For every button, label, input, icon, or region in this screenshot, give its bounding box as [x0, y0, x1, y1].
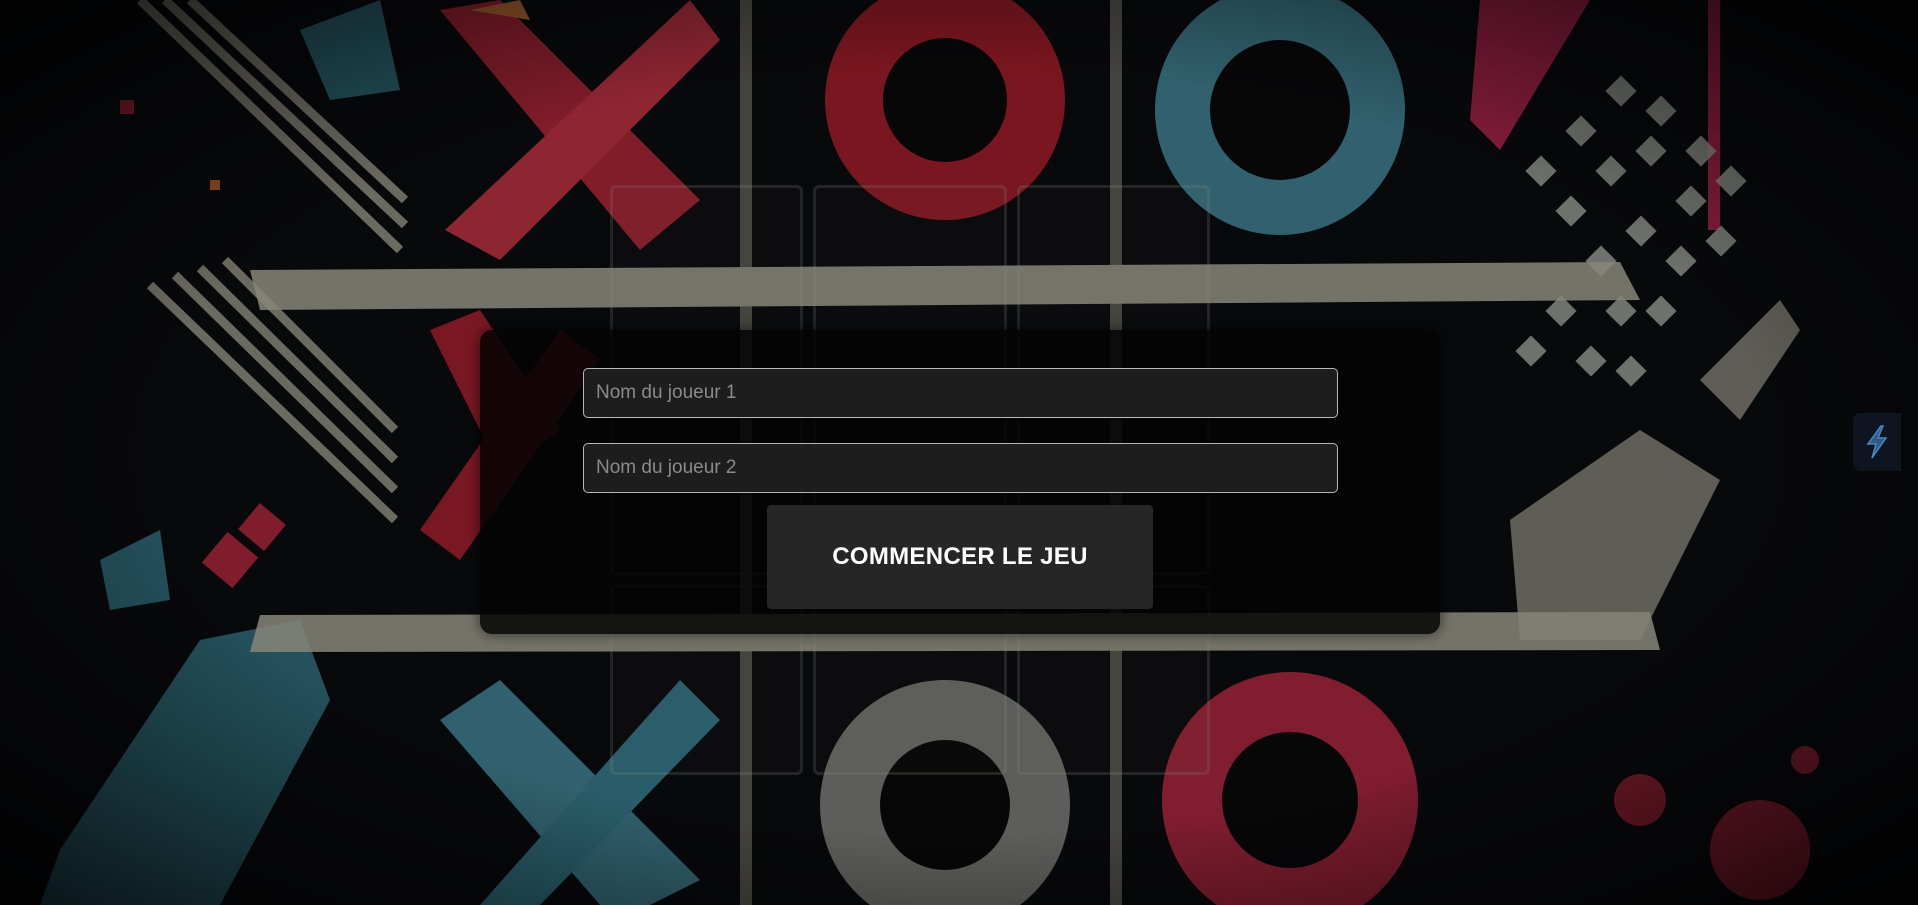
game-screen: COMMENCER LE JEU	[0, 0, 1918, 905]
start-game-button[interactable]: COMMENCER LE JEU	[767, 505, 1153, 609]
lightning-bolt-icon	[1866, 425, 1888, 459]
player-2-name-input[interactable]	[583, 443, 1338, 493]
player-setup-panel: COMMENCER LE JEU	[480, 330, 1440, 634]
player-1-name-input[interactable]	[583, 368, 1338, 418]
side-extension-tab[interactable]	[1853, 413, 1901, 471]
